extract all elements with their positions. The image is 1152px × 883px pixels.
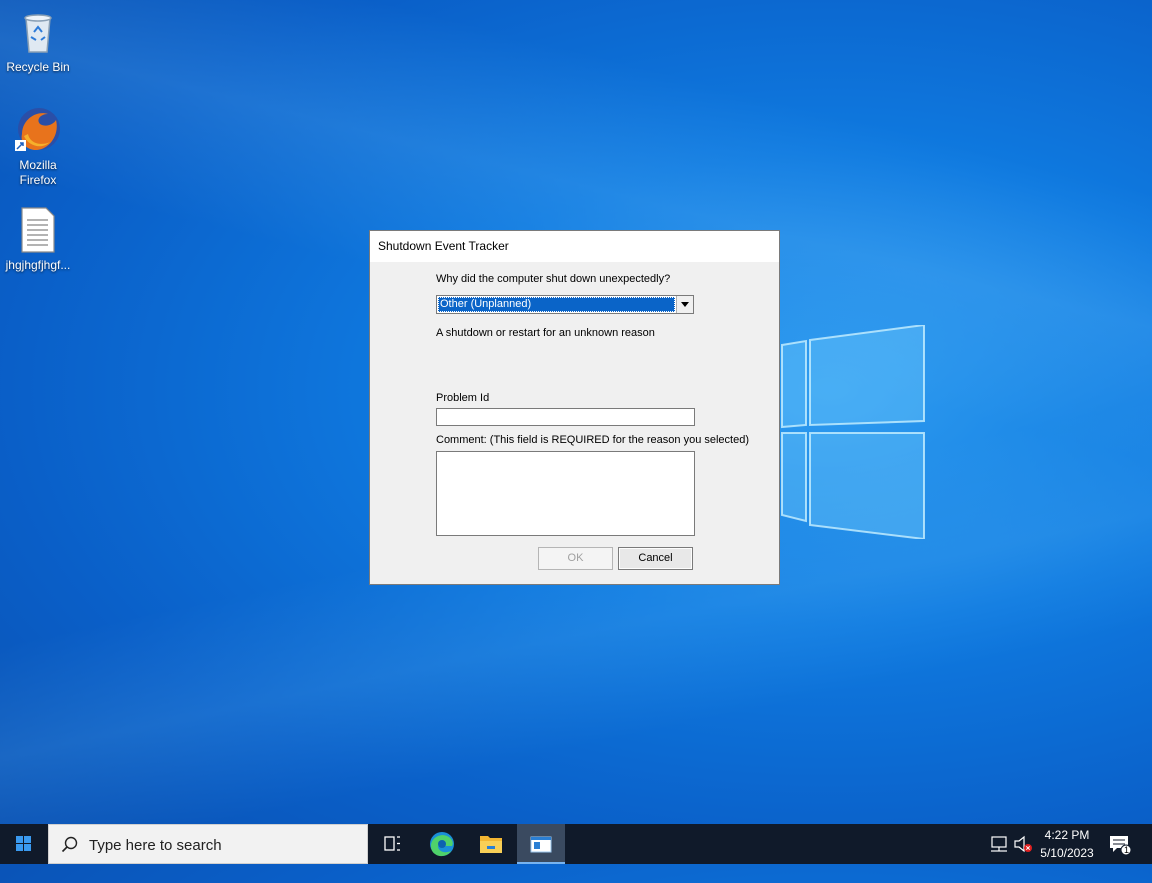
problem-id-label: Problem Id: [436, 392, 490, 404]
edge-icon: [430, 832, 454, 857]
search-icon: [61, 836, 78, 853]
problem-id-input[interactable]: [436, 408, 695, 426]
desktop-icon-label: Mozilla Firefox: [19, 158, 57, 187]
shutdown-question-label: Why did the computer shut down unexpecte…: [436, 273, 671, 285]
reason-description: A shutdown or restart for an unknown rea…: [436, 327, 655, 339]
comment-textarea[interactable]: [436, 451, 695, 536]
desktop-icon-firefox[interactable]: Mozilla Firefox: [0, 106, 76, 188]
clock-time[interactable]: 4:22 PM: [1036, 828, 1098, 842]
notification-count: 1: [1123, 845, 1129, 855]
task-view-icon: [384, 836, 400, 851]
start-button[interactable]: [0, 824, 48, 864]
folder-icon: [480, 836, 502, 853]
recycle-bin-icon: [14, 8, 62, 56]
shutdown-reason-dropdown[interactable]: Other (Unplanned): [436, 295, 694, 314]
desktop-icon-text-file[interactable]: jhgjhgfjhgf...: [0, 206, 76, 273]
text-file-icon: [14, 206, 62, 254]
firefox-icon: [14, 106, 62, 154]
clock-date[interactable]: 5/10/2023: [1036, 846, 1098, 860]
dialog-title: Shutdown Event Tracker: [370, 231, 779, 262]
shutdown-tracker-taskbar-button[interactable]: [517, 824, 565, 864]
shutdown-reason-selected: Other (Unplanned): [438, 297, 675, 312]
comment-label: Comment: (This field is REQUIRED for the…: [436, 434, 750, 446]
taskbar-search-box[interactable]: Type here to search: [48, 824, 368, 864]
windows-logo-wallpaper: [781, 325, 925, 539]
taskbar: Type here to search 4:22 PM 5/10/2023 1: [0, 824, 1152, 864]
windows-start-icon: [16, 836, 31, 851]
shutdown-event-tracker-dialog: Shutdown Event Tracker Why did the compu…: [369, 230, 780, 585]
notifications-button[interactable]: 1: [1108, 834, 1132, 856]
task-view-button[interactable]: [368, 824, 416, 864]
volume-muted-icon[interactable]: [1013, 835, 1033, 853]
cancel-button[interactable]: Cancel: [618, 547, 693, 570]
file-explorer-taskbar-button[interactable]: [467, 824, 515, 864]
chevron-down-icon[interactable]: [676, 296, 693, 313]
window-app-icon: [530, 836, 552, 853]
edge-taskbar-button[interactable]: [418, 824, 466, 864]
ok-button[interactable]: OK: [538, 547, 613, 570]
network-icon[interactable]: [989, 835, 1009, 853]
search-placeholder: Type here to search: [89, 837, 222, 854]
desktop-icon-recycle-bin[interactable]: Recycle Bin: [0, 8, 76, 75]
desktop-icon-label: Recycle Bin: [6, 60, 70, 74]
desktop-icon-label: jhgjhgfjhgf...: [5, 258, 71, 272]
